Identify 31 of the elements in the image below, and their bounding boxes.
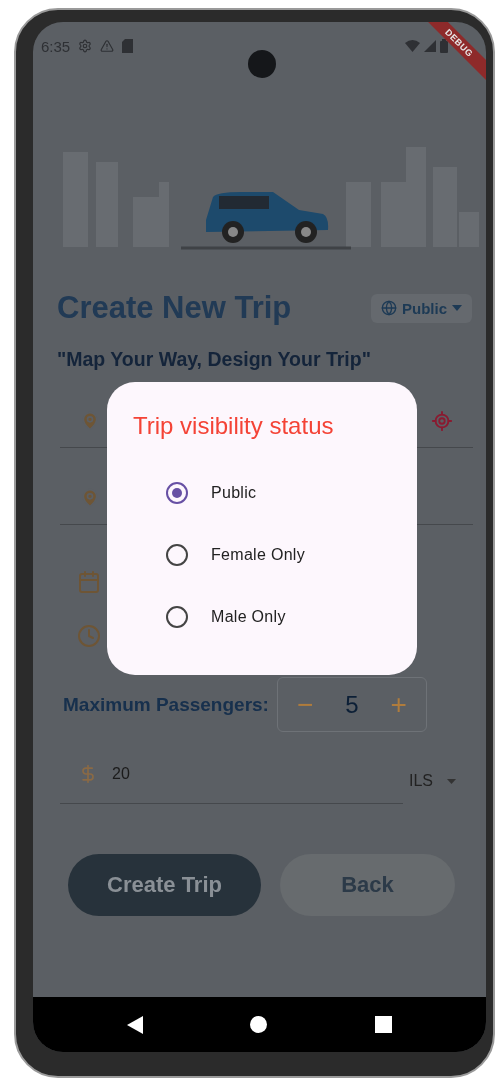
increment-button[interactable]: + xyxy=(384,688,413,721)
decrement-button[interactable]: − xyxy=(290,688,320,721)
option-label: Female Only xyxy=(211,546,305,564)
subtitle: "Map Your Way, Design Your Trip" xyxy=(56,348,372,371)
caret-icon xyxy=(447,778,456,784)
option-label: Male Only xyxy=(211,608,286,626)
option-label: Public xyxy=(211,484,257,502)
globe-icon xyxy=(381,300,397,316)
camera-cutout xyxy=(248,50,276,78)
home-nav-icon[interactable] xyxy=(250,1016,268,1033)
radio-button[interactable] xyxy=(166,482,188,504)
radio-button[interactable] xyxy=(166,544,188,566)
radio-button[interactable] xyxy=(166,606,188,628)
dialog-title: Trip visibility status xyxy=(133,412,335,440)
back-button[interactable]: Back xyxy=(280,854,455,916)
sd-card-icon xyxy=(122,39,134,53)
passenger-count: 5 xyxy=(345,690,359,719)
warning-icon xyxy=(100,39,115,53)
signal-icon xyxy=(424,40,436,52)
caret-icon xyxy=(452,305,462,311)
visibility-dropdown[interactable]: Public xyxy=(371,293,472,323)
page-title: Create New Trip xyxy=(57,290,292,326)
settings-icon xyxy=(78,39,93,53)
back-nav-icon[interactable] xyxy=(126,1015,143,1034)
wifi-icon xyxy=(405,40,420,52)
price-field[interactable]: 20 xyxy=(60,744,403,804)
price-value: 20 xyxy=(112,764,130,783)
create-trip-button[interactable]: Create Trip xyxy=(68,854,261,916)
currency-dropdown[interactable]: ILS xyxy=(409,772,456,790)
recents-nav-icon[interactable] xyxy=(375,1016,393,1033)
passengers-label: Maximum Passengers: xyxy=(63,693,269,716)
